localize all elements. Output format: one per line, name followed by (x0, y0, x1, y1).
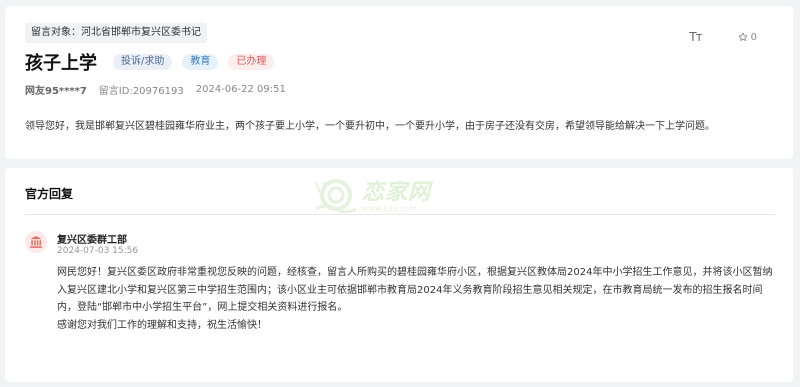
message-card: 留言对象：河北省邯郸市复兴区委书记 Tт 0 孩子上学 投诉/求助 教育 已办理… (5, 6, 793, 159)
title-row: 孩子上学 投诉/求助 教育 已办理 (25, 49, 284, 75)
message-content: 领导您好，我是邯郸复兴区碧桂园雍华府业主，两个孩子要上小学，一个要升初中，一个要… (25, 121, 715, 132)
reply-date: 2024-07-03 15:56 (57, 246, 139, 256)
snail-logo-icon (315, 179, 356, 213)
favorite-button[interactable]: 0 (738, 32, 757, 43)
official-reply-card: 官方回复 恋家网 www.Ljia.com 复兴区委群工部 2024-07-03… (5, 168, 793, 382)
star-count: 0 (750, 31, 757, 43)
message-meta: 网友95****7 留言ID:20976193 2024-06-22 09:51 (25, 82, 286, 97)
status-badge: 已办理 (228, 54, 275, 70)
message-date: 2024-06-22 09:51 (195, 83, 286, 95)
watermark-logo: 恋家网 www.Ljia.com (312, 168, 512, 218)
category-tag: 教育 (182, 54, 219, 70)
message-tools: Tт 0 (689, 30, 757, 44)
watermark-title: 恋家网 (362, 179, 432, 205)
divider (25, 214, 775, 215)
government-building-icon (25, 231, 47, 253)
text-size-icon[interactable]: Tт (689, 30, 702, 44)
message-target: 留言对象：河北省邯郸市复兴区委书记 (25, 23, 207, 43)
reply-section-title: 官方回复 (25, 187, 74, 201)
star-icon (738, 32, 747, 41)
page-title: 孩子上学 (25, 53, 97, 74)
reply-body: 网民您好！复兴区委区政府非常重视您反映的问题，经核查，留言人所购买的碧桂园雍华府… (57, 264, 779, 334)
type-tag: 投诉/求助 (113, 54, 173, 70)
author-name: 网友95****7 (25, 85, 87, 97)
reply-department: 复兴区委群工部 (57, 235, 127, 246)
reply-paragraph: 感谢您对我们工作的理解和支持，祝生活愉快！ (57, 319, 267, 331)
reply-paragraph: 网民您好！复兴区委区政府非常重视您反映的问题，经核查，留言人所购买的碧桂园雍华府… (57, 267, 773, 313)
message-id: 留言ID:20976193 (98, 85, 184, 97)
